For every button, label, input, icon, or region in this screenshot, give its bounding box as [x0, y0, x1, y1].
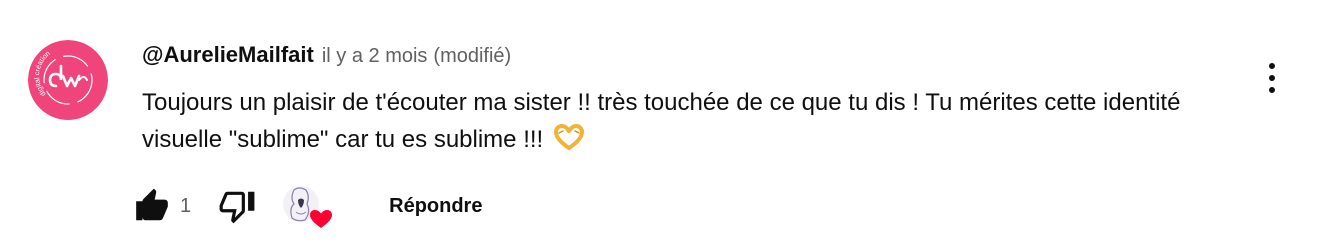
reply-button[interactable]: Répondre: [379, 187, 492, 226]
thumb-down-outline-icon: [219, 191, 255, 224]
comment-text-content: Toujours un plaisir de t'écouter ma sist…: [142, 89, 1181, 153]
author-name[interactable]: @AurelieMailfait: [142, 42, 314, 68]
comment-header: @AurelieMailfait il y a 2 mois (modifié): [142, 42, 511, 72]
author-avatar[interactable]: digital création: [28, 40, 108, 120]
creator-heart-icon: [283, 186, 333, 228]
like-count: 1: [180, 194, 192, 217]
thumb-up-filled-icon: [136, 188, 168, 221]
avatar-logo-icon: digital création: [28, 40, 108, 120]
comment-text: Toujours un plaisir de t'écouter ma sist…: [142, 84, 1202, 161]
published-time[interactable]: il y a 2 mois: [322, 45, 428, 68]
edited-label: (modifié): [433, 45, 512, 67]
comment-action-menu-button[interactable]: [1252, 58, 1292, 98]
creator-heart-badge[interactable]: [281, 182, 333, 230]
dislike-button[interactable]: [215, 184, 259, 228]
comment-thread: digital création @AurelieMailfait il y a…: [0, 0, 1320, 244]
like-button[interactable]: [130, 184, 174, 228]
comment-action-bar: 1 Répondre: [130, 184, 492, 228]
more-vert-icon-dot: [1269, 75, 1275, 81]
more-vert-icon: [1269, 63, 1275, 69]
heart-hands-emoji-icon: [553, 124, 584, 161]
more-vert-icon-dot: [1269, 87, 1275, 93]
